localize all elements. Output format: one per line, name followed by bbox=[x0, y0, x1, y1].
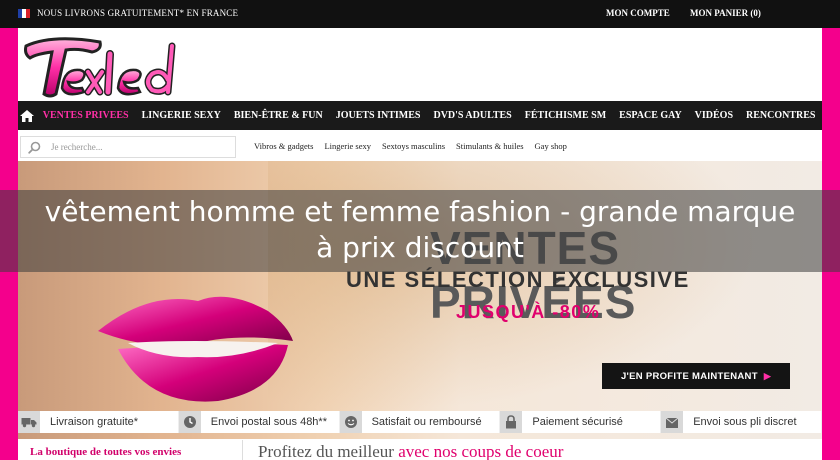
nav-item-espace-gay[interactable]: ESPACE GAY bbox=[613, 110, 689, 121]
site-logo[interactable] bbox=[22, 32, 222, 102]
top-bar: NOUS LIVRONS GRATUITEMENT* EN FRANCE MON… bbox=[0, 0, 840, 28]
divider bbox=[242, 440, 243, 460]
page-title: vêtement homme et femme fashion - grande… bbox=[44, 195, 796, 264]
sublink-gay-shop[interactable]: Gay shop bbox=[535, 141, 567, 151]
nav-item-bien-etre[interactable]: BIEN-ÊTRE & FUN bbox=[227, 110, 329, 121]
main-nav: VENTES PRIVEES LINGERIE SEXY BIEN-ÊTRE &… bbox=[18, 101, 822, 130]
sub-category-links: Vibros & gadgets Lingerie sexy Sextoys m… bbox=[254, 141, 578, 151]
nav-item-jouets-intimes[interactable]: JOUETS INTIMES bbox=[329, 110, 427, 121]
nav-item-dvds-adultes[interactable]: DVD'S ADULTES bbox=[427, 110, 518, 121]
free-shipping-notice: NOUS LIVRONS GRATUITEMENT* EN FRANCE bbox=[37, 8, 239, 18]
title-overlay: vêtement homme et femme fashion - grande… bbox=[0, 190, 840, 272]
cta-label: J'EN PROFITE MAINTENANT bbox=[620, 370, 758, 382]
lock-icon bbox=[500, 411, 523, 433]
nav-item-fetichisme[interactable]: FÉTICHISME SM bbox=[518, 110, 612, 121]
my-account-link[interactable]: MON COMPTE bbox=[606, 8, 670, 18]
feature-discreet: Envoi sous pli discret bbox=[661, 411, 822, 433]
boutique-heading: La boutique de toutes vos envies bbox=[30, 446, 182, 458]
search-input[interactable] bbox=[51, 140, 231, 154]
sublink-sextoys-masculins[interactable]: Sextoys masculins bbox=[382, 141, 445, 151]
feature-secure-payment: Paiement sécurisé bbox=[500, 411, 662, 433]
truck-icon bbox=[18, 411, 40, 433]
logo-graphic bbox=[24, 37, 176, 98]
sublink-lingerie[interactable]: Lingerie sexy bbox=[324, 141, 371, 151]
france-flag-icon bbox=[18, 9, 30, 18]
feature-free-shipping: Livraison gratuite* bbox=[18, 411, 179, 433]
nav-item-rencontres[interactable]: RENCONTRES bbox=[740, 110, 822, 121]
search-row: Vibros & gadgets Lingerie sexy Sextoys m… bbox=[18, 134, 822, 160]
sublink-vibros[interactable]: Vibros & gadgets bbox=[254, 141, 313, 151]
nav-item-ventes-privees[interactable]: VENTES PRIVEES bbox=[36, 110, 135, 121]
feature-satisfaction: Satisfait ou remboursé bbox=[339, 411, 501, 433]
box-icon bbox=[661, 411, 684, 433]
search-icon[interactable] bbox=[28, 141, 41, 154]
search-box bbox=[20, 136, 236, 158]
cta-button[interactable]: J'EN PROFITE MAINTENANT ▶ bbox=[602, 363, 790, 389]
hero-discount: JUSQU'À -80% bbox=[456, 302, 601, 322]
lips-image bbox=[98, 296, 293, 402]
nav-item-lingerie-sexy[interactable]: LINGERIE SEXY bbox=[135, 110, 227, 121]
features-row: Livraison gratuite* Envoi postal sous 48… bbox=[18, 411, 822, 433]
nav-item-videos[interactable]: VIDÉOS bbox=[688, 110, 739, 121]
clock-icon bbox=[178, 411, 201, 433]
sublink-stimulants[interactable]: Stimulants & huiles bbox=[456, 141, 524, 151]
arrow-right-icon: ▶ bbox=[763, 370, 772, 381]
section-heading: Profitez du meilleur avec nos coups de c… bbox=[258, 442, 564, 460]
smiley-icon bbox=[339, 411, 362, 433]
feature-postal: Envoi postal sous 48h** bbox=[178, 411, 340, 433]
home-icon[interactable] bbox=[18, 101, 36, 130]
my-cart-link[interactable]: MON PANIER (0) bbox=[690, 8, 761, 18]
